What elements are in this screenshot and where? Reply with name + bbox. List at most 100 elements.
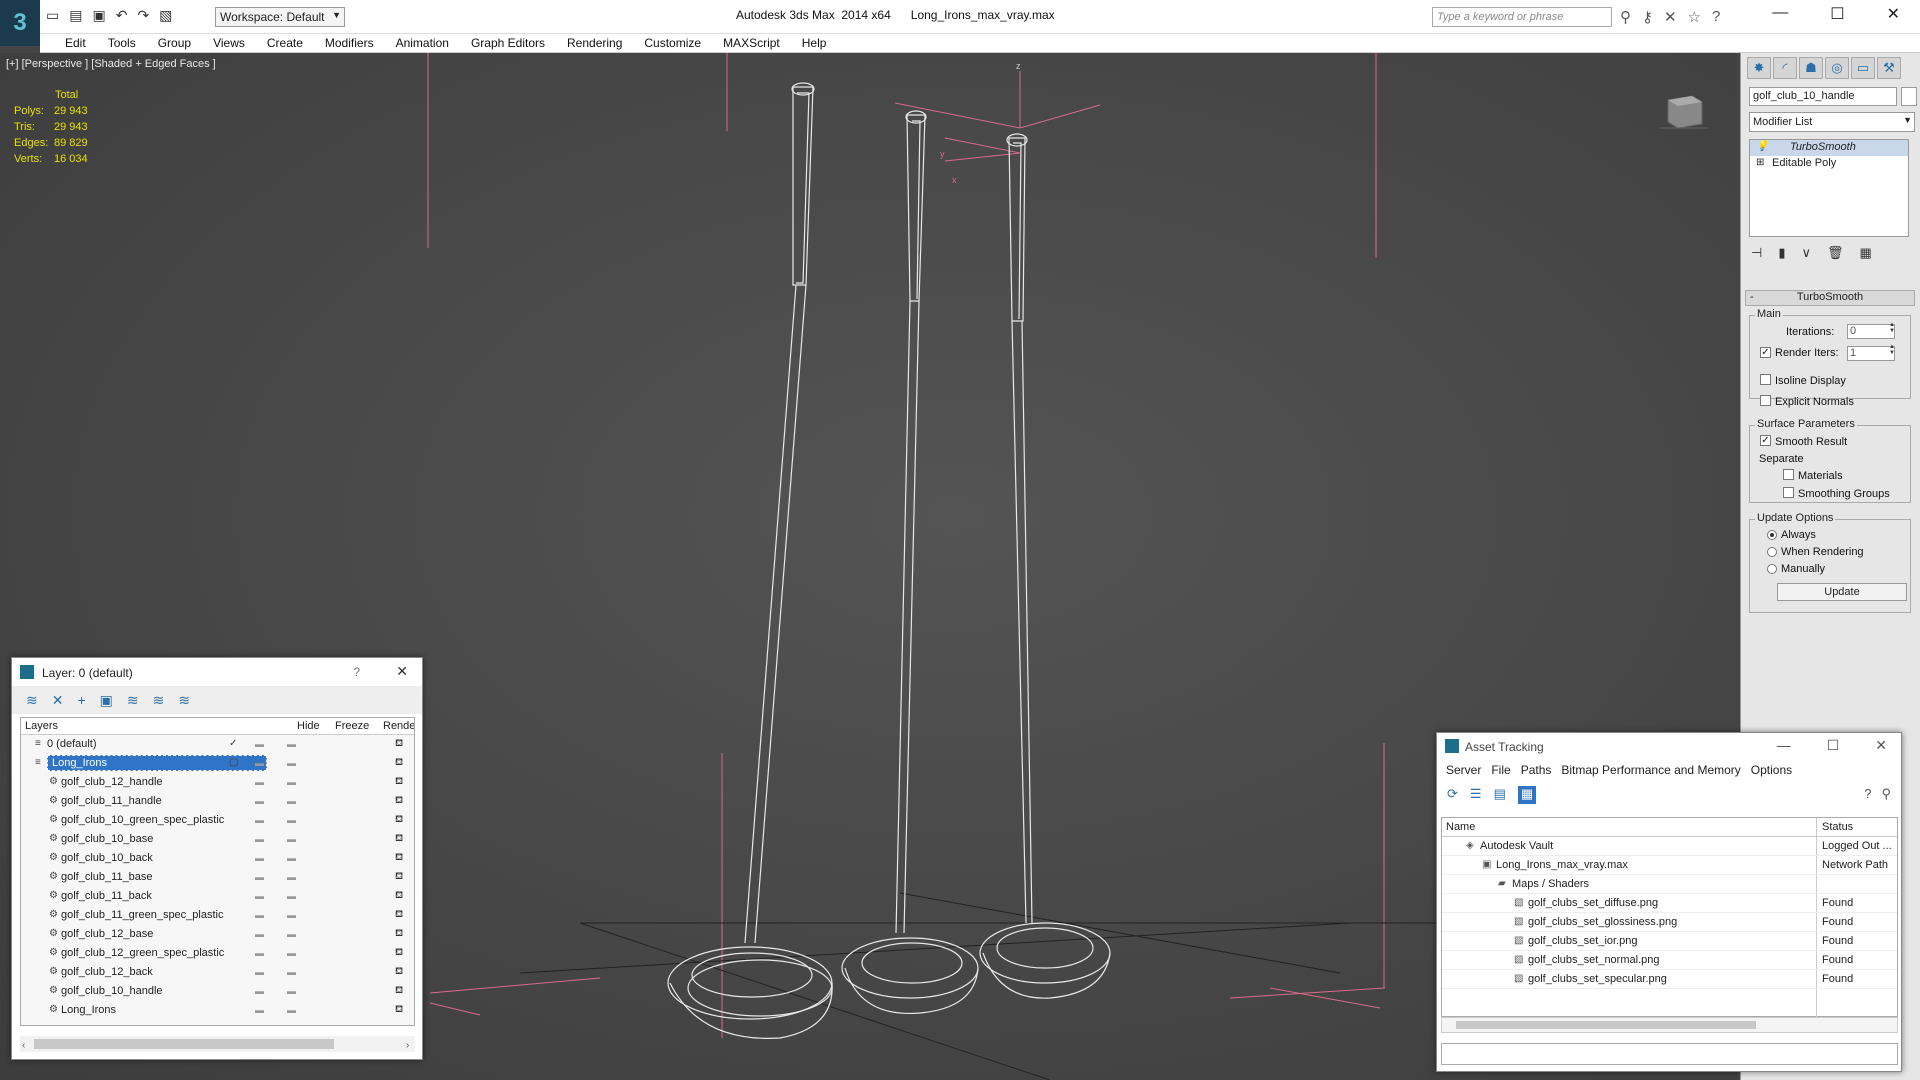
layer-row[interactable]: ⚙ golf_club_10_base ▬ ▬ ⛾ <box>21 830 414 849</box>
viewcube-icon[interactable] <box>1660 90 1708 130</box>
render-teapot-icon[interactable]: ⛾ <box>395 947 403 960</box>
layer-row[interactable]: ⚙ golf_club_10_handle ▬ ▬ ⛾ <box>21 982 414 1001</box>
remove-modifier-icon[interactable]: 🗑 <box>1827 245 1844 261</box>
modify-tab-icon[interactable]: ◜ <box>1773 57 1797 79</box>
asset-row[interactable]: ▧ golf_clubs_set_normal.png Found <box>1442 951 1897 970</box>
hide-toggle[interactable]: ▬ <box>255 758 264 768</box>
render-iters-spinner[interactable]: 1 <box>1847 344 1895 361</box>
freeze-toggle[interactable]: ▬ <box>287 853 296 863</box>
hierarchy-tab-icon[interactable]: ☗ <box>1799 57 1823 79</box>
asset-row[interactable]: ▧ golf_clubs_set_diffuse.png Found <box>1442 894 1897 913</box>
layer-row[interactable]: ⚙ golf_club_12_green_spec_plastic ▬ ▬ ⛾ <box>21 944 414 963</box>
update-button[interactable]: Update <box>1777 583 1907 601</box>
scrollbar-thumb[interactable] <box>1456 1021 1756 1029</box>
render-teapot-icon[interactable]: ⛾ <box>395 776 403 789</box>
layer-row[interactable]: ⚙ golf_club_10_green_spec_plastic ▬ ▬ ⛾ <box>21 811 414 830</box>
set-current-layer-icon[interactable]: ▢ <box>229 757 238 768</box>
freeze-toggle[interactable]: ▬ <box>287 739 296 749</box>
menu-help[interactable]: Help <box>791 34 838 52</box>
layer-window-titlebar[interactable]: Layer: 0 (default) ? ✕ <box>12 658 422 687</box>
select-objects-icon[interactable]: ▣ <box>100 692 113 709</box>
menu-options[interactable]: Options <box>1746 763 1797 777</box>
rollout-header[interactable]: - TurboSmooth <box>1745 290 1915 306</box>
render-teapot-icon[interactable]: ⛾ <box>395 909 403 922</box>
menu-server[interactable]: Server <box>1441 763 1486 777</box>
menu-graph-editors[interactable]: Graph Editors <box>460 34 556 52</box>
project-folder-icon[interactable]: ▧ <box>159 7 172 24</box>
help-pointer-icon[interactable]: ⚲ <box>1881 786 1891 802</box>
menu-animation[interactable]: Animation <box>385 34 460 52</box>
layer-row[interactable]: ⚙ golf_club_11_base ▬ ▬ ⛾ <box>21 868 414 887</box>
list-view-icon[interactable]: ☰ <box>1470 786 1482 804</box>
column-name[interactable]: Name <box>1446 821 1475 833</box>
exchange-icon[interactable]: ✕ <box>1664 8 1677 26</box>
column-render[interactable]: Rende <box>383 720 414 732</box>
object-color-swatch[interactable] <box>1901 87 1917 106</box>
search-input[interactable]: Type a keyword or phrase <box>1432 7 1612 27</box>
stack-item-editable-poly[interactable]: ⊞ Editable Poly <box>1750 156 1908 172</box>
render-iters-checkbox[interactable]: ✓ <box>1760 347 1771 358</box>
asset-row[interactable]: ▧ golf_clubs_set_specular.png Found <box>1442 970 1897 989</box>
golf-club-12[interactable] <box>667 82 833 1039</box>
asset-row[interactable]: ▣ Long_Irons_max_vray.max Network Path <box>1442 856 1897 875</box>
menu-create[interactable]: Create <box>256 34 314 52</box>
layer-row[interactable]: ⚙ Long_Irons ▬ ▬ ⛾ <box>21 1001 414 1020</box>
layer-row[interactable]: ⚙ golf_club_12_base ▬ ▬ ⛾ <box>21 925 414 944</box>
binoculars-icon[interactable]: ⚲ <box>1620 8 1631 26</box>
render-teapot-icon[interactable]: ⛾ <box>395 795 403 808</box>
hide-toggle[interactable]: ▬ <box>255 853 264 863</box>
layer-row[interactable]: ⚙ golf_club_11_green_spec_plastic ▬ ▬ ⛾ <box>21 906 414 925</box>
stack-item-turbosmooth[interactable]: 💡 TurboSmooth <box>1750 140 1908 156</box>
maximize-button[interactable]: ☐ <box>1830 4 1844 24</box>
hide-all-icon[interactable]: ≋ <box>153 692 165 709</box>
explicit-normals-checkbox[interactable] <box>1760 395 1771 406</box>
redo-icon[interactable]: ↷ <box>137 7 149 24</box>
render-teapot-icon[interactable]: ⛾ <box>395 966 403 979</box>
when-rendering-radio[interactable] <box>1767 547 1777 557</box>
utilities-tab-icon[interactable]: ⚒ <box>1877 57 1901 79</box>
show-end-result-icon[interactable]: ▮ <box>1778 245 1785 261</box>
render-teapot-icon[interactable]: ⛾ <box>395 814 403 827</box>
object-name-field[interactable]: golf_club_10_handle <box>1749 87 1897 106</box>
menu-rendering[interactable]: Rendering <box>556 34 633 52</box>
layer-row[interactable]: ⚙ golf_club_12_handle ▬ ▬ ⛾ <box>21 773 414 792</box>
iterations-spinner[interactable]: 0 <box>1847 322 1895 339</box>
menu-maxscript[interactable]: MAXScript <box>712 34 791 52</box>
menu-bitmap-performance[interactable]: Bitmap Performance and Memory <box>1556 763 1745 777</box>
hide-toggle[interactable]: ▬ <box>255 948 264 958</box>
layer-row[interactable]: ⚙ golf_club_11_back ▬ ▬ ⛾ <box>21 887 414 906</box>
menu-views[interactable]: Views <box>202 34 256 52</box>
add-to-layer-icon[interactable]: + <box>77 692 85 709</box>
smoothing-groups-checkbox[interactable] <box>1783 487 1794 498</box>
close-icon[interactable]: ✕ <box>396 663 408 680</box>
freeze-toggle[interactable]: ▬ <box>287 815 296 825</box>
layer-row[interactable]: ≡ Long_Irons ▢ ▬ ▬ ⛾ <box>21 754 414 773</box>
hide-toggle[interactable]: ▬ <box>255 834 264 844</box>
asset-horizontal-scrollbar[interactable] <box>1441 1017 1898 1033</box>
app-logo-button[interactable]: 3 <box>0 0 40 46</box>
render-teapot-icon[interactable]: ⛾ <box>395 871 403 884</box>
golf-club-11[interactable] <box>841 110 979 1015</box>
create-layer-icon[interactable]: ≋ <box>26 692 38 709</box>
layer-horizontal-scrollbar[interactable]: ‹ › <box>20 1036 415 1052</box>
layer-row[interactable]: ≡ 0 (default) ✓ ▬ ▬ ⛾ <box>21 735 414 754</box>
viewport-label[interactable]: [+] [Perspective ] [Shaded + Edged Faces… <box>6 58 216 70</box>
workspace-dropdown[interactable]: Workspace: Default ▼ <box>215 7 345 27</box>
render-teapot-icon[interactable]: ⛾ <box>395 833 403 846</box>
freeze-toggle[interactable]: ▬ <box>287 834 296 844</box>
asset-row[interactable]: ▧ golf_clubs_set_glossiness.png Found <box>1442 913 1897 932</box>
menu-file[interactable]: File <box>1486 763 1515 777</box>
freeze-toggle[interactable]: ▬ <box>287 758 296 768</box>
render-teapot-icon[interactable]: ⛾ <box>395 985 403 998</box>
pin-stack-icon[interactable]: ⊣ <box>1751 245 1762 261</box>
freeze-toggle[interactable]: ▬ <box>287 872 296 882</box>
grid-view-icon[interactable]: ▦ <box>1517 786 1537 804</box>
table-view-icon[interactable]: ▤ <box>1494 786 1506 804</box>
column-hide[interactable]: Hide <box>297 720 320 732</box>
key-icon[interactable]: ⚷ <box>1642 8 1653 26</box>
render-teapot-icon[interactable]: ⛾ <box>395 738 403 751</box>
freeze-toggle[interactable]: ▬ <box>287 986 296 996</box>
save-icon[interactable]: ▣ <box>92 7 105 24</box>
hide-toggle[interactable]: ▬ <box>255 872 264 882</box>
menu-customize[interactable]: Customize <box>633 34 712 52</box>
